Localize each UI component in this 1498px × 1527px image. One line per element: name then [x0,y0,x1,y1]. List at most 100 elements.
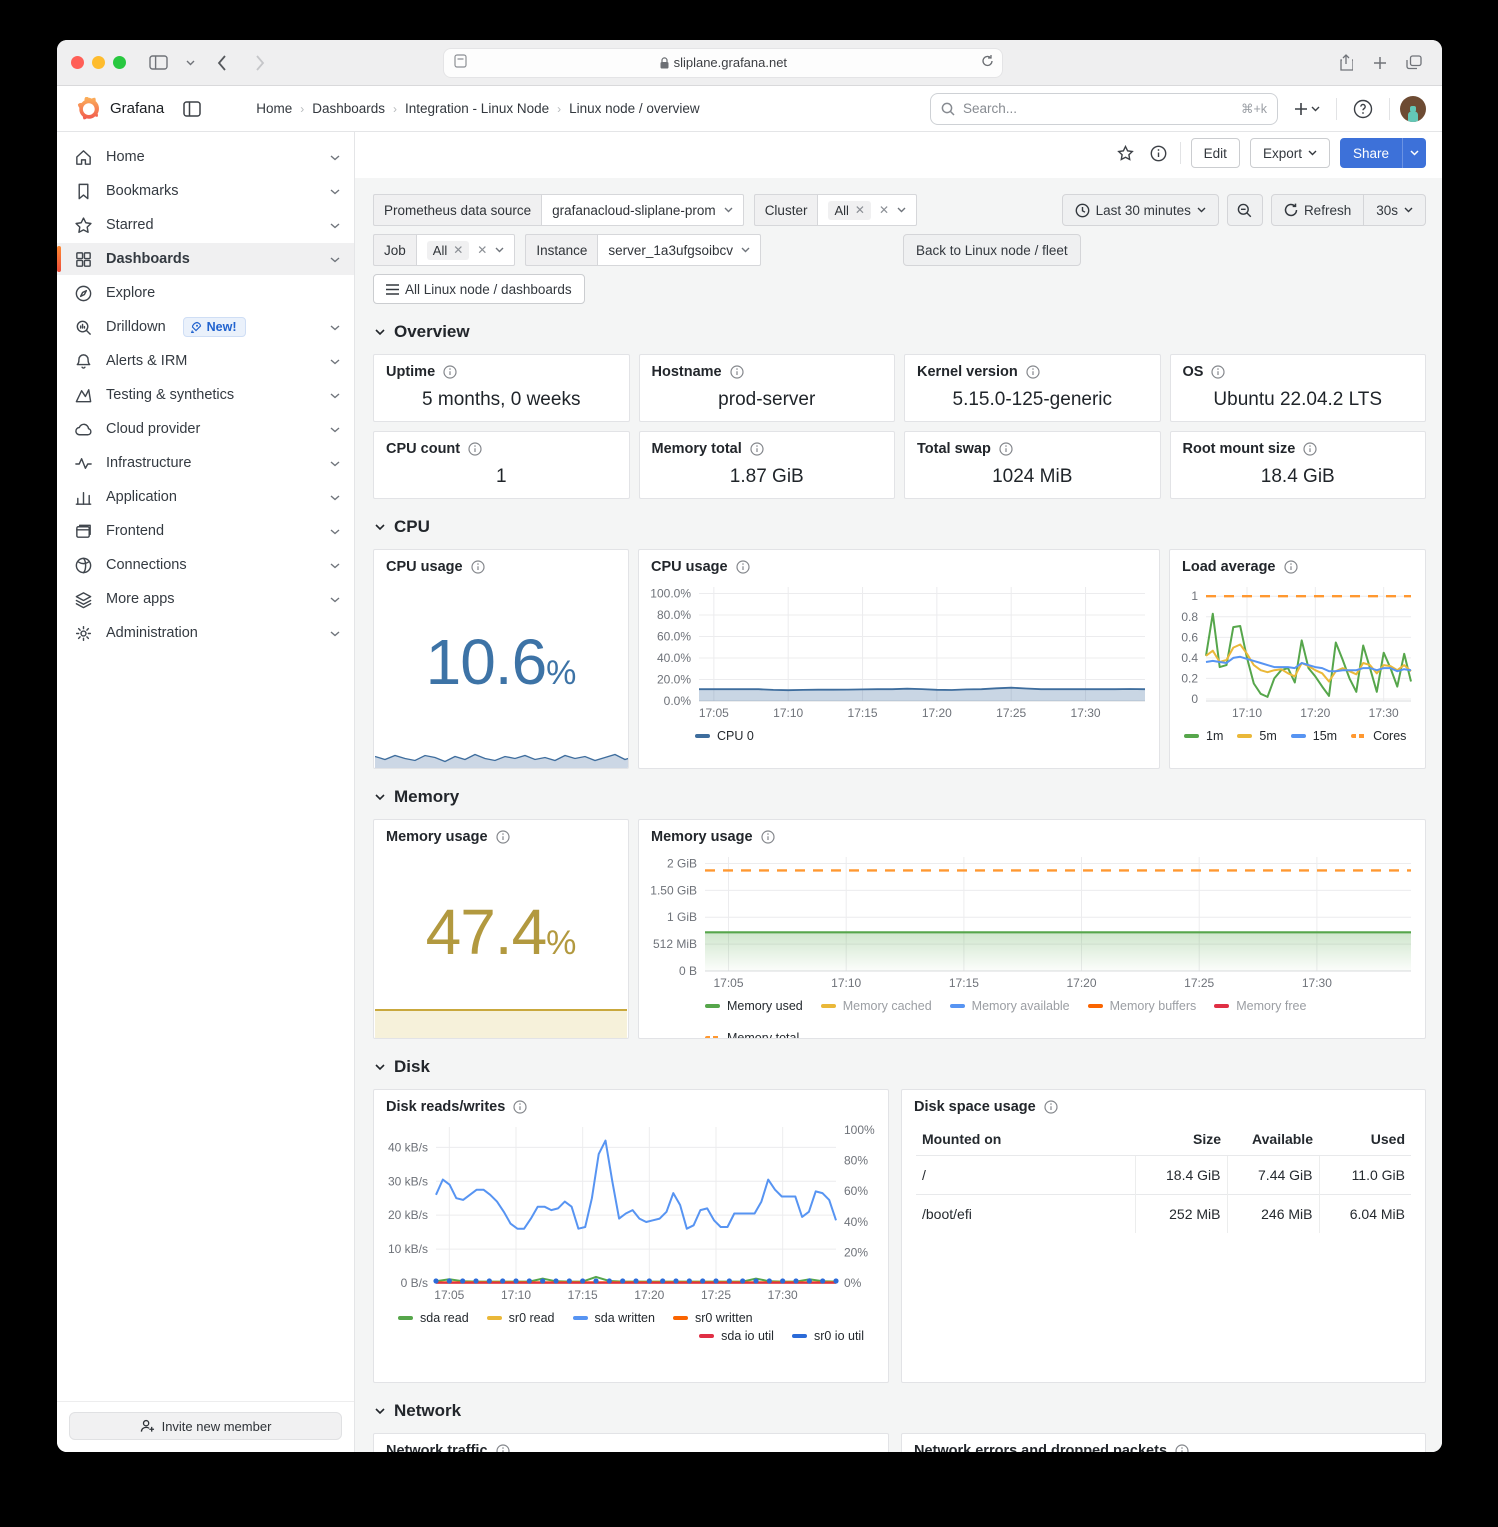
info-icon[interactable] [730,365,744,379]
cluster-filter[interactable]: Cluster All✕ ✕ [754,194,917,226]
disk-reads-writes-panel[interactable]: Disk reads/writes 0 B/s10 kB/s20 kB/s30 … [373,1089,889,1383]
table-header[interactable]: Mounted on [916,1123,1135,1156]
table-header[interactable]: Size [1135,1123,1227,1156]
stat-panel-memory-total[interactable]: Memory total 1.87 GiB [639,431,896,499]
sidebar-item-more-apps[interactable]: More apps [57,583,354,615]
mega-menu-toggle-icon[interactable] [180,101,204,117]
chevron-down-icon[interactable] [330,251,340,267]
network-traffic-panel[interactable]: Network traffic [373,1433,889,1452]
info-icon[interactable] [496,830,510,844]
legend-item-memory-cached[interactable]: Memory cached [821,999,932,1013]
info-icon[interactable] [1044,1100,1058,1114]
invite-new-member-button[interactable]: Invite new member [69,1412,342,1440]
section-memory[interactable]: Memory [375,787,1426,807]
instance-filter[interactable]: Instance server_1a3ufgsoibcv [525,234,761,266]
breadcrumb-item[interactable]: Dashboards [312,101,385,116]
legend-item-cores[interactable]: Cores [1351,729,1406,743]
info-icon[interactable] [750,442,764,456]
add-menu-button[interactable] [1288,102,1326,116]
chevron-down-icon[interactable] [330,319,340,335]
chevron-down-icon[interactable] [330,353,340,369]
sidebar-item-explore[interactable]: Explore [57,277,354,309]
legend-item-sr0-written[interactable]: sr0 written [673,1311,753,1325]
chevron-down-icon[interactable] [330,387,340,403]
back-button[interactable] [208,50,236,76]
sidebar-item-starred[interactable]: Starred [57,209,354,241]
table-header[interactable]: Used [1319,1123,1411,1156]
info-icon[interactable] [496,1444,510,1452]
legend-item-cpu-0[interactable]: CPU 0 [695,729,754,743]
legend-item-sr0-io-util[interactable]: sr0 io util [792,1329,864,1343]
sidebar-item-connections[interactable]: Connections [57,549,354,581]
tab-overview-icon[interactable] [1400,50,1428,76]
share-button[interactable]: Share [1340,138,1402,168]
info-icon[interactable] [443,365,457,379]
cpu-usage-stat-panel[interactable]: CPU usage 10.6% [373,549,629,769]
info-icon[interactable] [1211,365,1225,379]
address-bar[interactable]: sliplane.grafana.net [443,48,1003,78]
dashboard-info-icon[interactable] [1147,145,1170,162]
info-icon[interactable] [736,560,750,574]
share-menu-caret[interactable] [1402,138,1426,168]
cpu-usage-timeseries-panel[interactable]: CPU usage 0.0%20.0%40.0%60.0%80.0%100.0%… [638,549,1160,769]
info-icon[interactable] [761,830,775,844]
sidebar-item-dashboards[interactable]: Dashboards [57,243,354,275]
sidebar-item-administration[interactable]: Administration [57,617,354,649]
chevron-down-icon[interactable] [330,557,340,573]
favorite-star-icon[interactable] [1114,145,1137,162]
zoom-window-button[interactable] [113,56,126,69]
legend-item-sda-io-util[interactable]: sda io util [699,1329,774,1343]
sidebar-item-cloud-provider[interactable]: Cloud provider [57,413,354,445]
stat-panel-cpu-count[interactable]: CPU count 1 [373,431,630,499]
stat-panel-kernel-version[interactable]: Kernel version 5.15.0-125-generic [904,354,1161,422]
info-icon[interactable] [468,442,482,456]
legend-item-memory-buffers[interactable]: Memory buffers [1088,999,1197,1013]
search-input[interactable]: Search... ⌘+k [930,93,1278,125]
forward-button[interactable] [246,50,274,76]
clear-filter-icon[interactable]: ✕ [477,243,487,257]
chevron-down-icon[interactable] [330,455,340,471]
chevron-down-icon[interactable] [330,591,340,607]
avatar[interactable] [1400,96,1426,122]
sidebar-item-infrastructure[interactable]: Infrastructure [57,447,354,479]
legend-item-1m[interactable]: 1m [1184,729,1223,743]
export-button[interactable]: Export [1250,138,1330,168]
all-dashboards-button[interactable]: All Linux node / dashboards [373,274,585,304]
sidebar-item-application[interactable]: Application [57,481,354,513]
legend-item-sr0-read[interactable]: sr0 read [487,1311,555,1325]
help-button[interactable] [1347,99,1379,119]
stat-panel-root-mount-size[interactable]: Root mount size 18.4 GiB [1170,431,1427,499]
stat-panel-total-swap[interactable]: Total swap 1024 MiB [904,431,1161,499]
info-icon[interactable] [1175,1444,1189,1452]
share-page-icon[interactable] [1332,50,1360,76]
chevron-down-icon[interactable] [330,183,340,199]
table-header[interactable]: Available [1227,1123,1319,1156]
chevron-down-icon[interactable] [330,523,340,539]
sidebar-item-frontend[interactable]: Frontend [57,515,354,547]
clear-filter-icon[interactable]: ✕ [879,203,889,217]
section-network[interactable]: Network [375,1401,1426,1421]
info-icon[interactable] [1284,560,1298,574]
legend-item-sda-written[interactable]: sda written [573,1311,655,1325]
remove-value-icon[interactable]: ✕ [453,243,463,257]
close-window-button[interactable] [71,56,84,69]
legend-item-memory-available[interactable]: Memory available [950,999,1070,1013]
info-icon[interactable] [1303,442,1317,456]
disk-space-usage-panel[interactable]: Disk space usage Mounted onSizeAvailable… [901,1089,1426,1383]
job-filter[interactable]: Job All✕ ✕ [373,234,515,266]
remove-value-icon[interactable]: ✕ [855,203,865,217]
sidebar-item-testing-synthetics[interactable]: Testing & synthetics [57,379,354,411]
edit-button[interactable]: Edit [1191,138,1240,168]
chevron-down-icon[interactable] [182,50,198,76]
load-average-panel[interactable]: Load average 00.20.40.60.8117:1017:2017:… [1169,549,1426,769]
legend-item-15m[interactable]: 15m [1291,729,1337,743]
info-icon[interactable] [999,442,1013,456]
section-disk[interactable]: Disk [375,1057,1426,1077]
refresh-button[interactable]: Refresh [1271,194,1364,226]
info-icon[interactable] [471,560,485,574]
back-to-fleet-button[interactable]: Back to Linux node / fleet [903,234,1081,266]
breadcrumb-item[interactable]: Home [256,101,292,116]
chevron-down-icon[interactable] [330,217,340,233]
breadcrumb-item[interactable]: Integration - Linux Node [405,101,549,116]
chevron-down-icon[interactable] [330,149,340,165]
